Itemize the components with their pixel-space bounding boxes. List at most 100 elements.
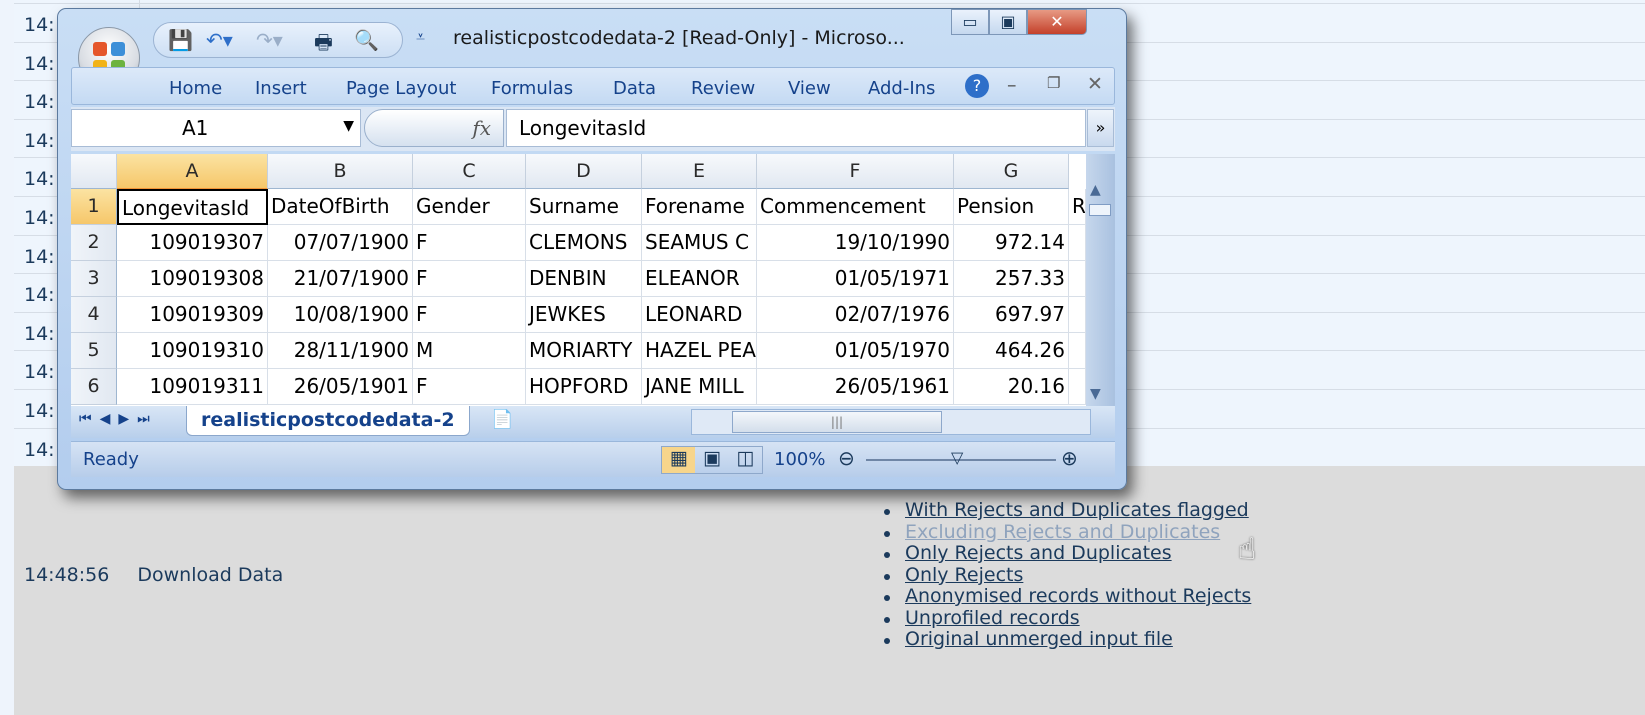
save-icon[interactable]: 💾: [168, 28, 193, 52]
print-preview-icon[interactable]: 🔍: [354, 28, 379, 52]
workbook-restore-button[interactable]: ❐: [1047, 74, 1060, 92]
cell[interactable]: 109019310: [117, 333, 268, 369]
maximize-button[interactable]: ▣: [989, 9, 1027, 35]
minimize-button[interactable]: ▭: [951, 9, 989, 35]
download-link[interactable]: Excluding Rejects and Duplicates: [905, 521, 1220, 543]
close-button[interactable]: ✕: [1027, 9, 1087, 35]
redo-icon[interactable]: ↷▾: [256, 28, 283, 52]
cell[interactable]: 26/05/1961: [757, 369, 954, 405]
cell[interactable]: 257.33: [954, 261, 1069, 297]
sheet-tab[interactable]: realisticpostcodedata-2: [186, 406, 470, 436]
row-header[interactable]: 4: [71, 297, 117, 333]
cell[interactable]: [1069, 333, 1086, 369]
cell[interactable]: 07/07/1900: [268, 225, 413, 261]
cell[interactable]: [1069, 369, 1086, 405]
zoom-slider-thumb[interactable]: ▽: [951, 448, 963, 467]
row-header[interactable]: 2: [71, 225, 117, 261]
cell[interactable]: Forename: [642, 189, 757, 225]
cell[interactable]: 109019311: [117, 369, 268, 405]
column-header[interactable]: B: [268, 154, 413, 189]
scroll-up-icon[interactable]: ▲: [1090, 182, 1101, 198]
column-header[interactable]: E: [642, 154, 757, 189]
zoom-out-icon[interactable]: ⊖: [838, 446, 855, 470]
formula-input[interactable]: LongevitasId: [506, 109, 1086, 147]
column-header[interactable]: F: [757, 154, 954, 189]
cell[interactable]: F: [413, 297, 526, 333]
insert-sheet-icon[interactable]: 📄: [491, 409, 513, 430]
cell[interactable]: LongevitasId: [117, 189, 268, 225]
cell[interactable]: 972.14: [954, 225, 1069, 261]
ribbon-tab[interactable]: Add-Ins: [868, 78, 935, 99]
normal-view-icon[interactable]: ▦: [662, 447, 696, 473]
cell[interactable]: 19/10/1990: [757, 225, 954, 261]
zoom-in-icon[interactable]: ⊕: [1061, 446, 1078, 470]
cell[interactable]: 28/11/1900: [268, 333, 413, 369]
cell[interactable]: CLEMONS: [526, 225, 642, 261]
row-header[interactable]: 1: [71, 189, 117, 225]
cell[interactable]: 01/05/1970: [757, 333, 954, 369]
column-header[interactable]: C: [413, 154, 526, 189]
cell[interactable]: 26/05/1901: [268, 369, 413, 405]
print-icon[interactable]: 🖶: [314, 28, 333, 62]
row-header[interactable]: 3: [71, 261, 117, 297]
name-box[interactable]: A1 ▼: [71, 109, 361, 147]
cell[interactable]: 109019308: [117, 261, 268, 297]
cell[interactable]: F: [413, 225, 526, 261]
cell[interactable]: 20.16: [954, 369, 1069, 405]
zoom-level[interactable]: 100%: [774, 449, 825, 470]
column-header[interactable]: D: [526, 154, 642, 189]
cell[interactable]: MORIARTY: [526, 333, 642, 369]
cell[interactable]: SEAMUS C: [642, 225, 757, 261]
cell[interactable]: [1069, 297, 1086, 333]
cell[interactable]: DENBIN: [526, 261, 642, 297]
horizontal-scroll-thumb[interactable]: |||: [732, 411, 942, 433]
vertical-scrollbar[interactable]: ▲ ▼: [1086, 154, 1115, 406]
download-link[interactable]: Anonymised records without Rejects: [905, 585, 1251, 607]
ribbon-tab[interactable]: Review: [691, 78, 755, 99]
ribbon-tab[interactable]: View: [788, 78, 831, 99]
cell[interactable]: M: [413, 333, 526, 369]
cell[interactable]: 10/08/1900: [268, 297, 413, 333]
cell[interactable]: Pension: [954, 189, 1069, 225]
ribbon-tab[interactable]: Home: [169, 78, 222, 99]
cell[interactable]: LEONARD: [642, 297, 757, 333]
cell[interactable]: 109019307: [117, 225, 268, 261]
cell[interactable]: F: [413, 369, 526, 405]
chevron-down-icon[interactable]: ▼: [343, 118, 354, 134]
ribbon-tab[interactable]: Page Layout: [346, 78, 457, 99]
horizontal-scrollbar[interactable]: |||: [691, 409, 1091, 435]
cell[interactable]: 01/05/1971: [757, 261, 954, 297]
select-all-button[interactable]: [71, 154, 117, 189]
cell[interactable]: 697.97: [954, 297, 1069, 333]
cell[interactable]: HAZEL PEA: [642, 333, 757, 369]
sheet-navigation-icons[interactable]: ⏮◀▶⏭: [79, 411, 158, 427]
row-header[interactable]: 6: [71, 369, 117, 405]
spreadsheet-grid[interactable]: ▲ ▼ A B C D E F G 1 LongevitasId DateOfBirth Gende…: [71, 154, 1115, 406]
cell[interactable]: 02/07/1976: [757, 297, 954, 333]
cell[interactable]: [1069, 261, 1086, 297]
cell[interactable]: JEWKES: [526, 297, 642, 333]
download-link[interactable]: Original unmerged input file: [905, 628, 1173, 650]
workbook-minimize-button[interactable]: –: [1007, 74, 1017, 96]
expand-formula-bar-icon[interactable]: »: [1087, 109, 1114, 147]
cell[interactable]: ELEANOR: [642, 261, 757, 297]
cell[interactable]: HOPFORD: [526, 369, 642, 405]
page-layout-view-icon[interactable]: ▣: [695, 447, 728, 473]
help-icon[interactable]: ?: [965, 74, 989, 98]
page-break-view-icon[interactable]: ◫: [729, 447, 762, 473]
scroll-down-icon[interactable]: ▼: [1090, 386, 1101, 402]
cell[interactable]: 109019309: [117, 297, 268, 333]
ribbon-tab[interactable]: Formulas: [491, 78, 573, 99]
cell[interactable]: 21/07/1900: [268, 261, 413, 297]
formula-bar-resize[interactable]: fx: [364, 109, 504, 147]
ribbon-tab[interactable]: Data: [613, 78, 656, 99]
download-link[interactable]: Unprofiled records: [905, 607, 1080, 629]
undo-icon[interactable]: ↶▾: [206, 28, 233, 52]
download-link[interactable]: Only Rejects and Duplicates: [905, 542, 1172, 564]
cell[interactable]: R: [1069, 189, 1086, 225]
cell[interactable]: Commencement: [757, 189, 954, 225]
cell[interactable]: [1069, 225, 1086, 261]
cell[interactable]: JANE MILL: [642, 369, 757, 405]
function-icon[interactable]: fx: [472, 116, 491, 140]
cell[interactable]: F: [413, 261, 526, 297]
